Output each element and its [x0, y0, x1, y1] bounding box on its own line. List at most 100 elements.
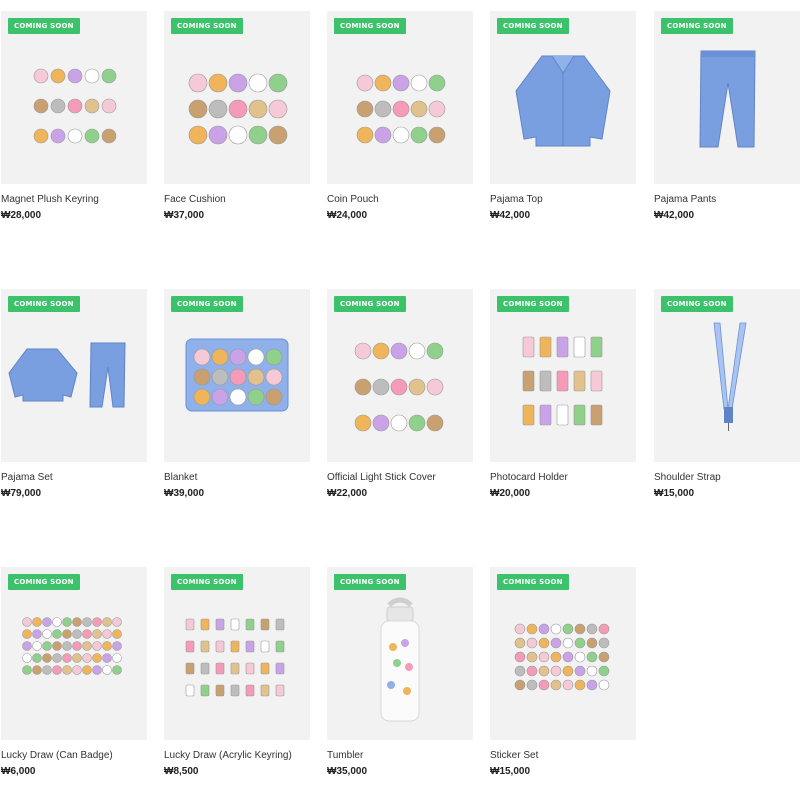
decor-rect: [590, 404, 603, 426]
product-name[interactable]: Photocard Holder: [490, 472, 636, 484]
product-price: ₩6,000: [1, 766, 36, 777]
coin-pouch-image[interactable]: COMING SOON: [327, 11, 473, 184]
pajama-top-image[interactable]: COMING SOON: [490, 11, 636, 184]
shoulder-strap-image[interactable]: COMING SOON: [654, 289, 800, 462]
decor-dot: [550, 665, 562, 677]
decor-dot: [72, 617, 82, 627]
product-price: ₩39,000: [164, 488, 205, 499]
product-card[interactable]: COMING SOON Pajama Set ₩79,000: [1, 289, 147, 500]
pajama-set-image[interactable]: COMING SOON: [1, 289, 147, 462]
sticker-set-image[interactable]: COMING SOON: [490, 567, 636, 740]
product-name[interactable]: Pajama Set: [1, 472, 147, 484]
product-name[interactable]: Blanket: [164, 472, 310, 484]
product-name[interactable]: Coin Pouch: [327, 194, 473, 206]
decor-dot: [372, 378, 390, 396]
product-card[interactable]: COMING SOON Tumbler ₩35,000: [327, 567, 473, 778]
product-name[interactable]: Lucky Draw (Acrylic Keyring): [164, 750, 310, 762]
decor-dot: [82, 653, 92, 663]
acrylic-keyring-image[interactable]: COMING SOON: [164, 567, 310, 740]
decor-dot: [32, 653, 42, 663]
decor-dot: [514, 651, 526, 663]
decor-dot: [268, 125, 288, 145]
decor-dot: [82, 629, 92, 639]
tumbler-image[interactable]: COMING SOON: [327, 567, 473, 740]
product-card[interactable]: COMING SOON Lucky Draw (Acrylic Keyring)…: [164, 567, 310, 778]
decor-dot: [526, 651, 538, 663]
photocard-holder-image[interactable]: COMING SOON: [490, 289, 636, 462]
decor-dot: [42, 617, 52, 627]
decor-dot: [265, 348, 283, 366]
decor-dot: [562, 665, 574, 677]
blanket-image[interactable]: COMING SOON: [164, 289, 310, 462]
decor-dot: [208, 73, 228, 93]
product-card[interactable]: COMING SOON Pajama Top ₩42,000: [490, 11, 636, 222]
decor-dot: [72, 665, 82, 675]
decor-dot: [586, 651, 598, 663]
product-name[interactable]: Lucky Draw (Can Badge): [1, 750, 147, 762]
decor-rect: [275, 662, 285, 675]
decor-dot: [22, 617, 32, 627]
product-name[interactable]: Pajama Pants: [654, 194, 800, 206]
light-stick-cover-image[interactable]: COMING SOON: [327, 289, 473, 462]
product-card[interactable]: COMING SOON Coin Pouch ₩24,000: [327, 11, 473, 222]
decor-dot: [72, 653, 82, 663]
decor-rect: [590, 370, 603, 392]
product-card[interactable]: COMING SOON Face Cushion ₩37,000: [164, 11, 310, 222]
product-name[interactable]: Official Light Stick Cover: [327, 472, 473, 484]
decor-dot: [392, 100, 410, 118]
decor-dot: [52, 653, 62, 663]
product-card[interactable]: COMING SOON Lucky Draw (Can Badge) ₩6,00…: [1, 567, 147, 778]
product-card[interactable]: COMING SOON Official Light Stick Cover ₩…: [327, 289, 473, 500]
product-name[interactable]: Pajama Top: [490, 194, 636, 206]
product-card[interactable]: COMING SOON Magnet Plush Keyring ₩28,000: [1, 11, 147, 222]
decor-dot: [408, 342, 426, 360]
product-card[interactable]: COMING SOON Pajama Pants ₩42,000: [654, 11, 800, 222]
decor-dot: [526, 665, 538, 677]
plush-keyring-art: [33, 68, 117, 144]
decor-rect: [200, 684, 210, 697]
decor-dot: [72, 629, 82, 639]
product-card[interactable]: COMING SOON Blanket ₩39,000: [164, 289, 310, 500]
decor-dot: [586, 679, 598, 691]
product-card[interactable]: COMING SOON Shoulder Strap ₩15,000: [654, 289, 800, 500]
decor-dot: [356, 74, 374, 92]
decor-rect: [275, 684, 285, 697]
decor-rect: [215, 640, 225, 653]
photocard-holder-art: [522, 336, 603, 426]
decor-dot: [67, 128, 83, 144]
decor-dot: [268, 99, 288, 119]
decor-dot: [562, 637, 574, 649]
decor-dot: [538, 651, 550, 663]
decor-dot: [248, 125, 268, 145]
decor-dot: [50, 68, 66, 84]
product-price: ₩22,000: [327, 488, 368, 499]
product-name[interactable]: Sticker Set: [490, 750, 636, 762]
decor-rect: [245, 662, 255, 675]
decor-dot: [112, 617, 122, 627]
decor-dot: [426, 342, 444, 360]
decor-dot: [574, 637, 586, 649]
can-badge-image[interactable]: COMING SOON: [1, 567, 147, 740]
decor-dot: [428, 100, 446, 118]
decor-rect: [260, 662, 270, 675]
decor-dot: [102, 617, 112, 627]
face-cushion-image[interactable]: COMING SOON: [164, 11, 310, 184]
decor-rect: [556, 404, 569, 426]
plush-keyring-image[interactable]: COMING SOON: [1, 11, 147, 184]
decor-dot: [208, 99, 228, 119]
product-card[interactable]: COMING SOON Photocard Holder ₩20,000: [490, 289, 636, 500]
acrylic-keyring-art: [185, 618, 285, 697]
decor-dot: [42, 641, 52, 651]
face-cushion-art: [188, 73, 288, 145]
product-price: ₩79,000: [1, 488, 42, 499]
decor-dot: [188, 125, 208, 145]
decor-dot: [228, 99, 248, 119]
product-price: ₩15,000: [654, 488, 695, 499]
product-name[interactable]: Shoulder Strap: [654, 472, 800, 484]
product-card[interactable]: COMING SOON Sticker Set ₩15,000: [490, 567, 636, 778]
pajama-pants-image[interactable]: COMING SOON: [654, 11, 800, 184]
product-name[interactable]: Magnet Plush Keyring: [1, 194, 147, 206]
decor-dot: [42, 665, 52, 675]
product-name[interactable]: Tumbler: [327, 750, 473, 762]
product-name[interactable]: Face Cushion: [164, 194, 310, 206]
